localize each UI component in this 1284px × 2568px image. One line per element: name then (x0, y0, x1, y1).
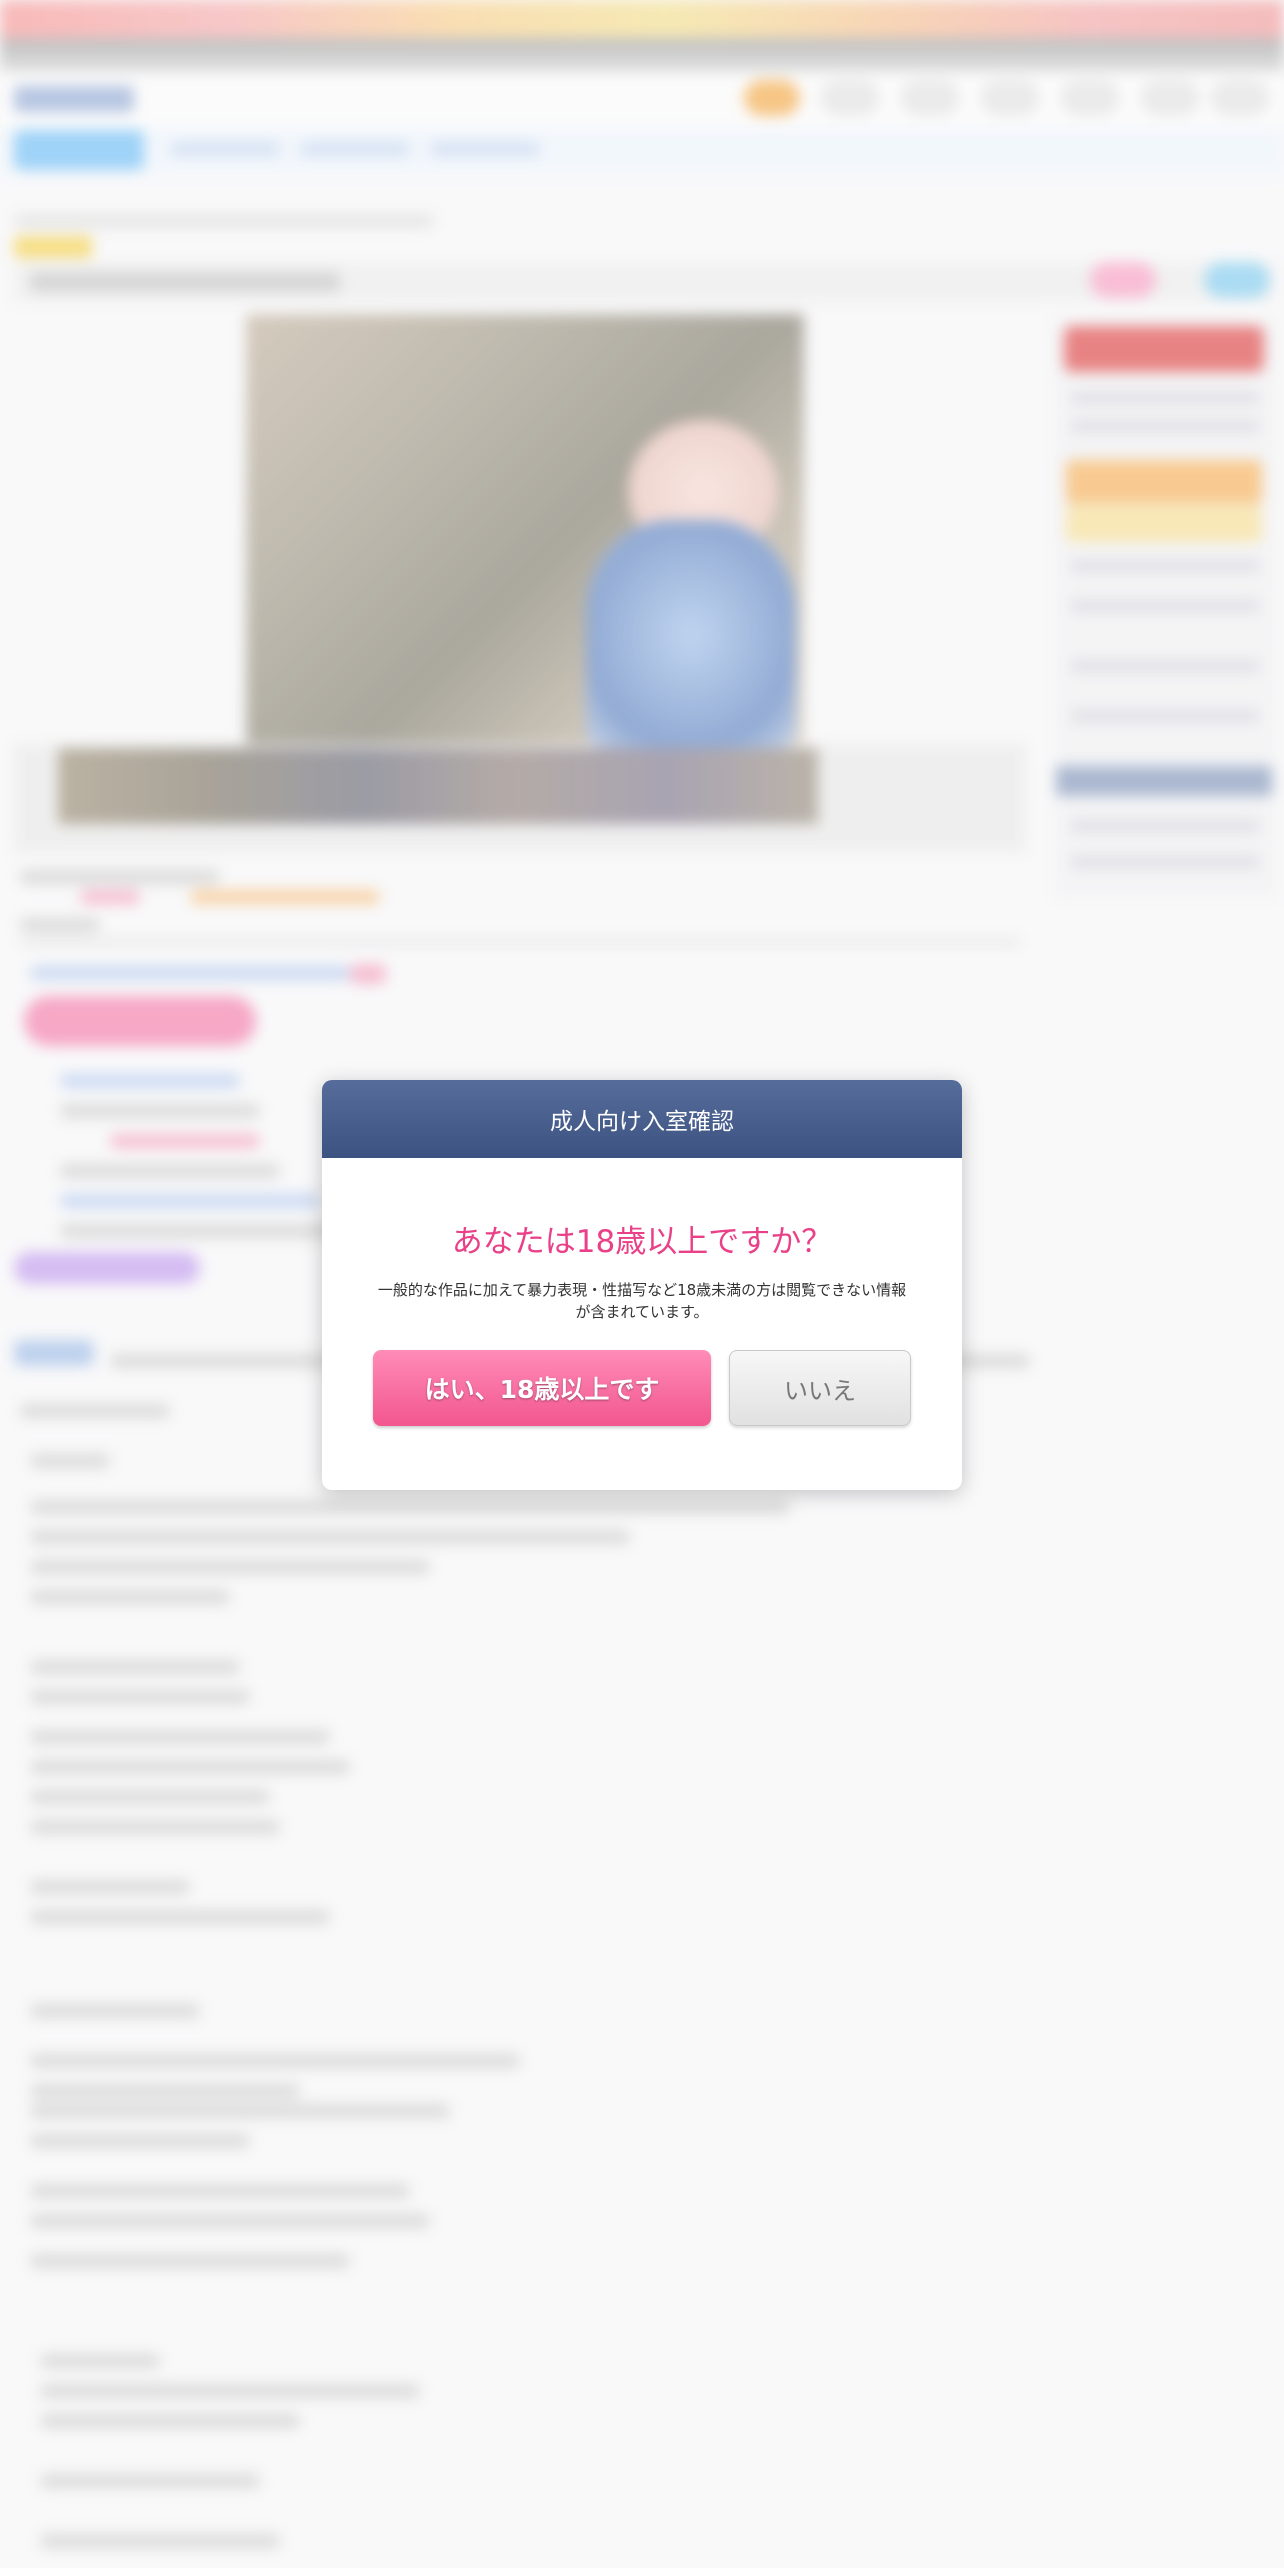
age-verification-modal: 成人向け入室確認 あなたは18歳以上ですか？ 一般的な作品に加えて暴力表現・性描… (322, 1080, 962, 1490)
modal-actions: はい、18歳以上です いいえ (373, 1350, 913, 1428)
content-warning-line-1: 一般的な作品に加えて暴力表現・性描写など18歳未満の方は閲覧できない情報 (377, 1281, 907, 1299)
age-question: あなたは18歳以上ですか？ (451, 1224, 833, 1260)
confirm-adult-button[interactable]: はい、18歳以上です (373, 1350, 711, 1426)
modal-title: 成人向け入室確認 (550, 1109, 734, 1135)
modal-header: 成人向け入室確認 (322, 1080, 962, 1158)
decline-button[interactable]: いいえ (729, 1350, 911, 1426)
content-warning: 一般的な作品に加えて暴力表現・性描写など18歳未満の方は閲覧できない情報 が含ま… (374, 1279, 910, 1323)
content-warning-line-2: が含まれています。 (575, 1303, 709, 1321)
